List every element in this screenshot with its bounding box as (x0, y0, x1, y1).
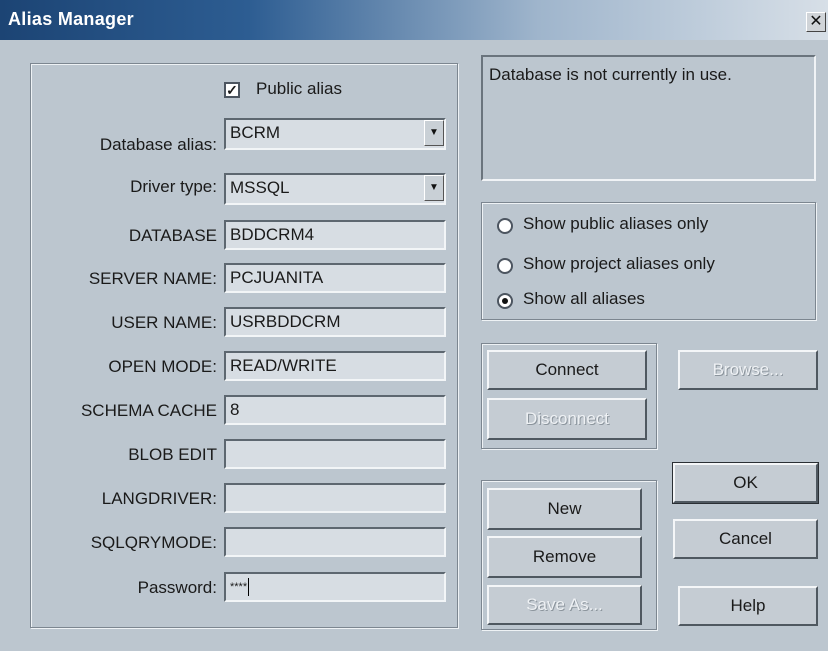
title-bar[interactable]: Alias Manager ✕ (0, 0, 828, 40)
param-langdriver-field[interactable] (224, 483, 446, 513)
radio-all-aliases-label[interactable]: Show all aliases (523, 289, 645, 309)
radio-all-aliases[interactable] (497, 293, 513, 309)
param-label: USER NAME: (111, 313, 217, 332)
param-open-mode-field[interactable]: READ/WRITE (224, 351, 446, 381)
param-label: LANGDRIVER: (101, 489, 217, 508)
param-label: SCHEMA CACHE (80, 401, 217, 420)
cancel-button[interactable]: Cancel (673, 519, 818, 559)
text-caret (248, 578, 250, 597)
driver-type-value: MSSQL (230, 178, 290, 197)
new-button[interactable]: New (487, 488, 642, 530)
param-label: SQLQRYMODE: (90, 533, 217, 552)
driver-type-label: Driver type: (130, 177, 217, 196)
param-label: OPEN MODE: (108, 357, 217, 376)
param-database-field[interactable]: BDDCRM4 (224, 220, 446, 250)
driver-type-combo[interactable]: MSSQL ▼ (224, 173, 446, 205)
param-label: SERVER NAME: (88, 269, 217, 288)
radio-public-aliases[interactable] (497, 218, 513, 234)
database-alias-combo[interactable]: BCRM ▼ (224, 118, 446, 150)
chevron-down-icon[interactable]: ▼ (424, 175, 444, 201)
remove-button[interactable]: Remove (487, 536, 642, 578)
chevron-down-icon[interactable]: ▼ (424, 120, 444, 146)
param-server-name-field[interactable]: PCJUANITA (224, 263, 446, 293)
radio-project-aliases[interactable] (497, 258, 513, 274)
save-as-button[interactable]: Save As... (487, 585, 642, 625)
password-value: **** (230, 581, 248, 593)
browse-button[interactable]: Browse... (678, 350, 818, 390)
radio-project-aliases-label[interactable]: Show project aliases only (523, 254, 715, 274)
param-label: DATABASE (128, 226, 217, 245)
database-alias-label: Database alias: (99, 135, 217, 154)
param-label: BLOB EDIT (128, 445, 217, 464)
help-button[interactable]: Help (678, 586, 818, 626)
param-user-name-field[interactable]: USRBDDCRM (224, 307, 446, 337)
window-title: Alias Manager (8, 9, 134, 29)
status-box: Database is not currently in use. (481, 55, 816, 181)
alias-manager-dialog: ✓ Public alias Database alias: BCRM ▼ Dr… (0, 40, 828, 651)
password-label: Password: (137, 578, 217, 597)
param-sqlqrymode-field[interactable] (224, 527, 446, 557)
disconnect-button[interactable]: Disconnect (487, 398, 647, 440)
radio-public-aliases-label[interactable]: Show public aliases only (523, 214, 708, 234)
public-alias-checkbox[interactable]: ✓ (224, 82, 240, 98)
param-blob-edit-field[interactable] (224, 439, 446, 469)
status-text: Database is not currently in use. (489, 65, 732, 84)
ok-button[interactable]: OK (672, 462, 819, 504)
param-schema-cache-field[interactable]: 8 (224, 395, 446, 425)
close-icon: ✕ (809, 13, 823, 30)
public-alias-label: Public alias (256, 79, 342, 98)
close-button[interactable]: ✕ (806, 12, 826, 32)
database-alias-value: BCRM (230, 123, 281, 142)
password-field[interactable]: **** (224, 572, 446, 602)
connect-button[interactable]: Connect (487, 350, 647, 390)
